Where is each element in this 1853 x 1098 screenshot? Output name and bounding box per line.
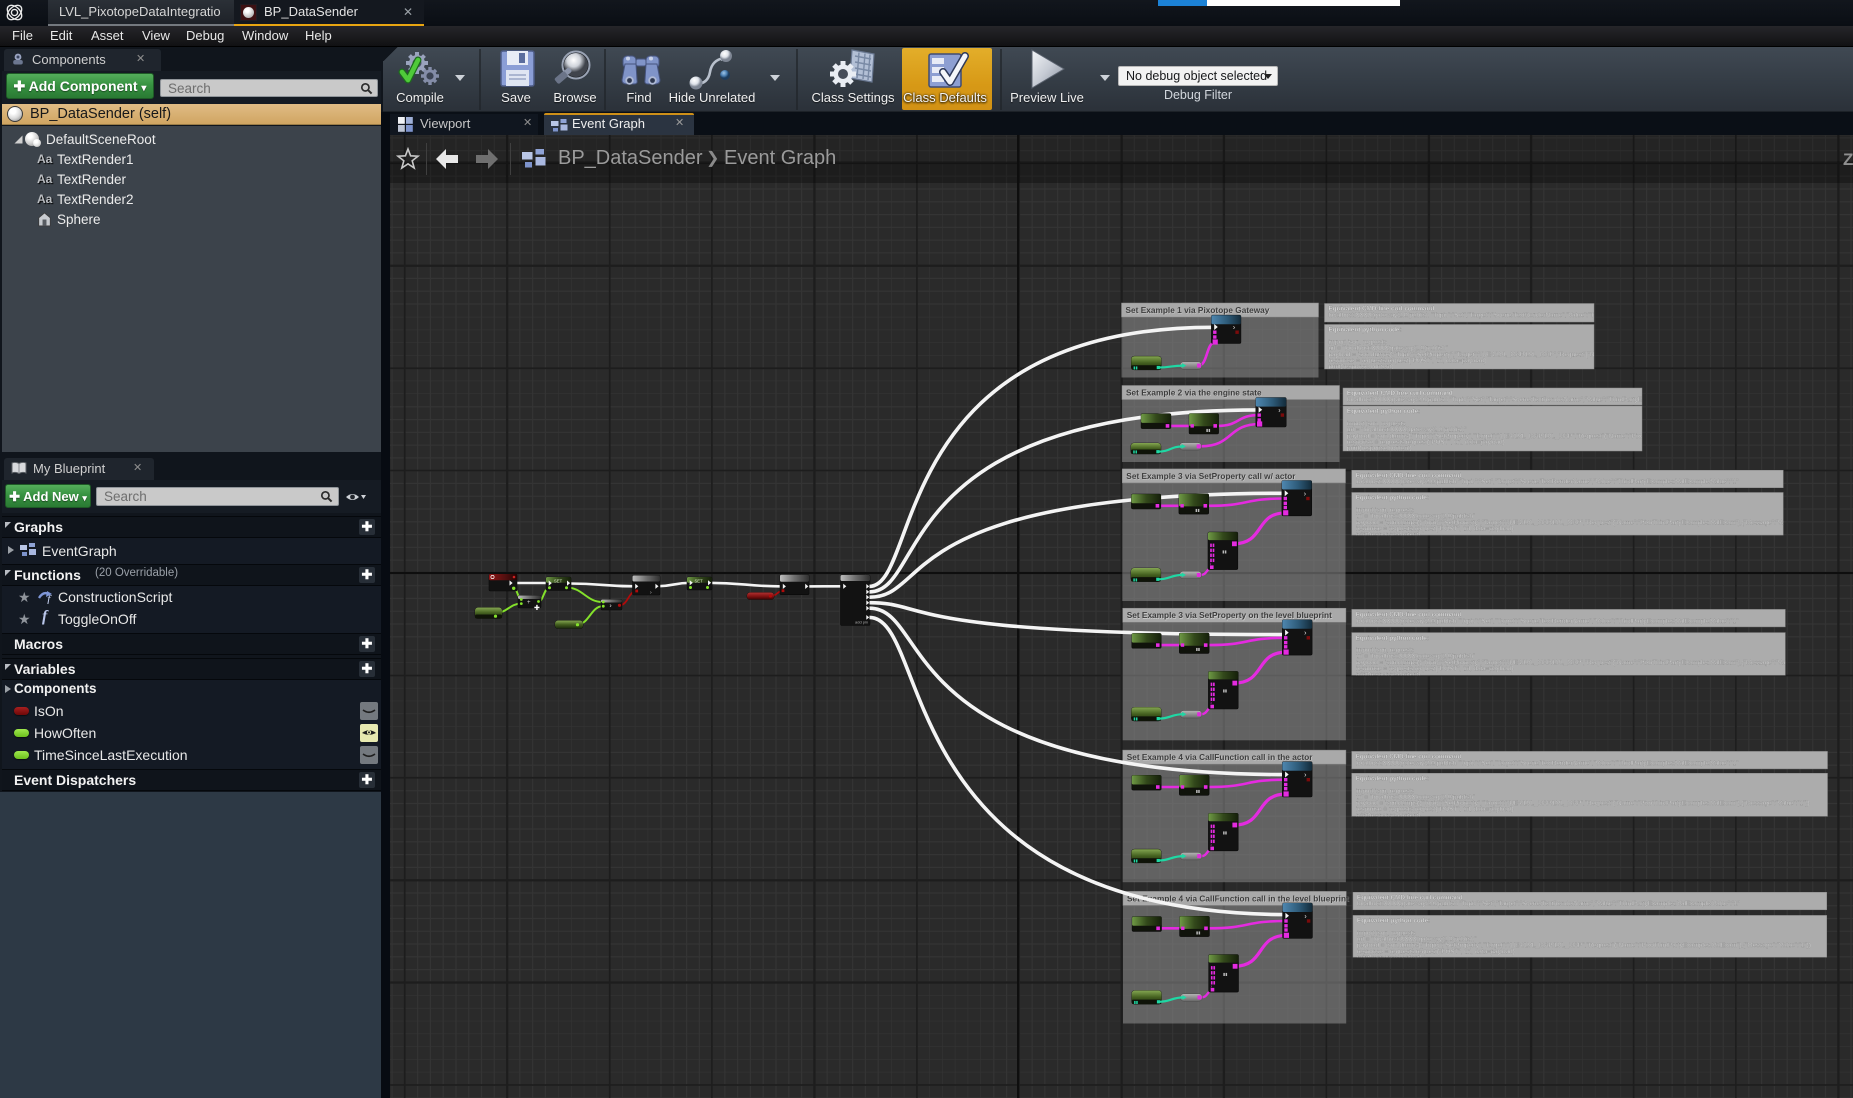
svg-text:Equivalent python code:: Equivalent python code: bbox=[1357, 918, 1430, 925]
svg-text:Set Example 1 via Pixotope Gat: Set Example 1 via Pixotope Gateway bbox=[1126, 305, 1270, 315]
svg-text:Equivalent python code:: Equivalent python code: bbox=[1356, 495, 1429, 502]
svg-text:▮▮: ▮▮ bbox=[1134, 999, 1138, 1004]
svg-text:localhost:XXXX/gateway/2.0/pub: localhost:XXXX/gateway/2.0/publish "Topi… bbox=[1347, 396, 1730, 403]
svg-text:SET: SET bbox=[695, 578, 704, 583]
svg-text:Equivalent python code:: Equivalent python code: bbox=[1356, 776, 1429, 783]
svg-text:localhost:XXXX/gateway/2.0/pub: localhost:XXXX/gateway/2.0/publish "Topi… bbox=[1356, 760, 1739, 767]
svg-text:SET: SET bbox=[554, 578, 563, 583]
svg-text:▮▮: ▮▮ bbox=[1222, 549, 1226, 554]
svg-text:▮▮: ▮▮ bbox=[1133, 577, 1137, 582]
svg-text:▮▮: ▮▮ bbox=[1133, 858, 1137, 863]
svg-text:print(response.content): print(response.content) bbox=[1357, 955, 1422, 962]
svg-text:▮▮: ▮▮ bbox=[1195, 507, 1199, 512]
svg-text:▮▮: ▮▮ bbox=[1133, 365, 1137, 370]
svg-text:▮▮: ▮▮ bbox=[1223, 971, 1227, 976]
svg-text:add pin: add pin bbox=[855, 620, 868, 625]
svg-text:print(response.content): print(response.content) bbox=[1329, 364, 1394, 371]
svg-text:+: + bbox=[527, 600, 531, 606]
svg-text:localhost:XXXX/gateway/2.0/pub: localhost:XXXX/gateway/2.0/publish "Topi… bbox=[1357, 901, 1740, 908]
svg-text:Set Example 3 via SetProperty: Set Example 3 via SetProperty on the lev… bbox=[1127, 610, 1332, 620]
svg-text:▮▮: ▮▮ bbox=[1223, 830, 1227, 835]
svg-text:Equivalent python code:: Equivalent python code: bbox=[1347, 408, 1420, 415]
svg-text:localhost:XXXX/gateway/2.0/pub: localhost:XXXX/gateway/2.0/publish "Topi… bbox=[1356, 479, 1739, 486]
svg-text:Equivalent python code:: Equivalent python code: bbox=[1356, 635, 1429, 642]
svg-text:print(response.content): print(response.content) bbox=[1356, 532, 1421, 539]
svg-text:›: › bbox=[610, 603, 612, 610]
svg-text:▮▮: ▮▮ bbox=[1196, 647, 1200, 652]
svg-text:✚: ✚ bbox=[534, 604, 540, 612]
svg-text:▮▮: ▮▮ bbox=[1133, 449, 1137, 454]
svg-text:Set Example 3 via SetProperty: Set Example 3 via SetProperty call w/ ac… bbox=[1126, 471, 1296, 481]
svg-text:▮▮: ▮▮ bbox=[1196, 789, 1200, 794]
svg-text:localhost:XXXX/gateway/2.0/pub: localhost:XXXX/gateway/2.0/publish "Topi… bbox=[1356, 618, 1739, 625]
svg-text:Set Example 2 via the engine s: Set Example 2 via the engine state bbox=[1126, 388, 1262, 398]
svg-text:Set Example 4 via CallFunction: Set Example 4 via CallFunction call in t… bbox=[1127, 752, 1314, 762]
svg-text:▮▮: ▮▮ bbox=[1133, 716, 1137, 721]
svg-text:print(response.content): print(response.content) bbox=[1356, 812, 1421, 819]
svg-text:▮▮: ▮▮ bbox=[1206, 428, 1210, 433]
svg-text:▮▮: ▮▮ bbox=[1223, 688, 1227, 693]
svg-text:▮▮: ▮▮ bbox=[1196, 930, 1200, 935]
svg-text:localhost:XXXX/gateway/2.0/pub: localhost:XXXX/gateway/2.0/publish "Topi… bbox=[1329, 312, 1712, 319]
svg-text:Equivalent python code:: Equivalent python code: bbox=[1329, 327, 1402, 334]
